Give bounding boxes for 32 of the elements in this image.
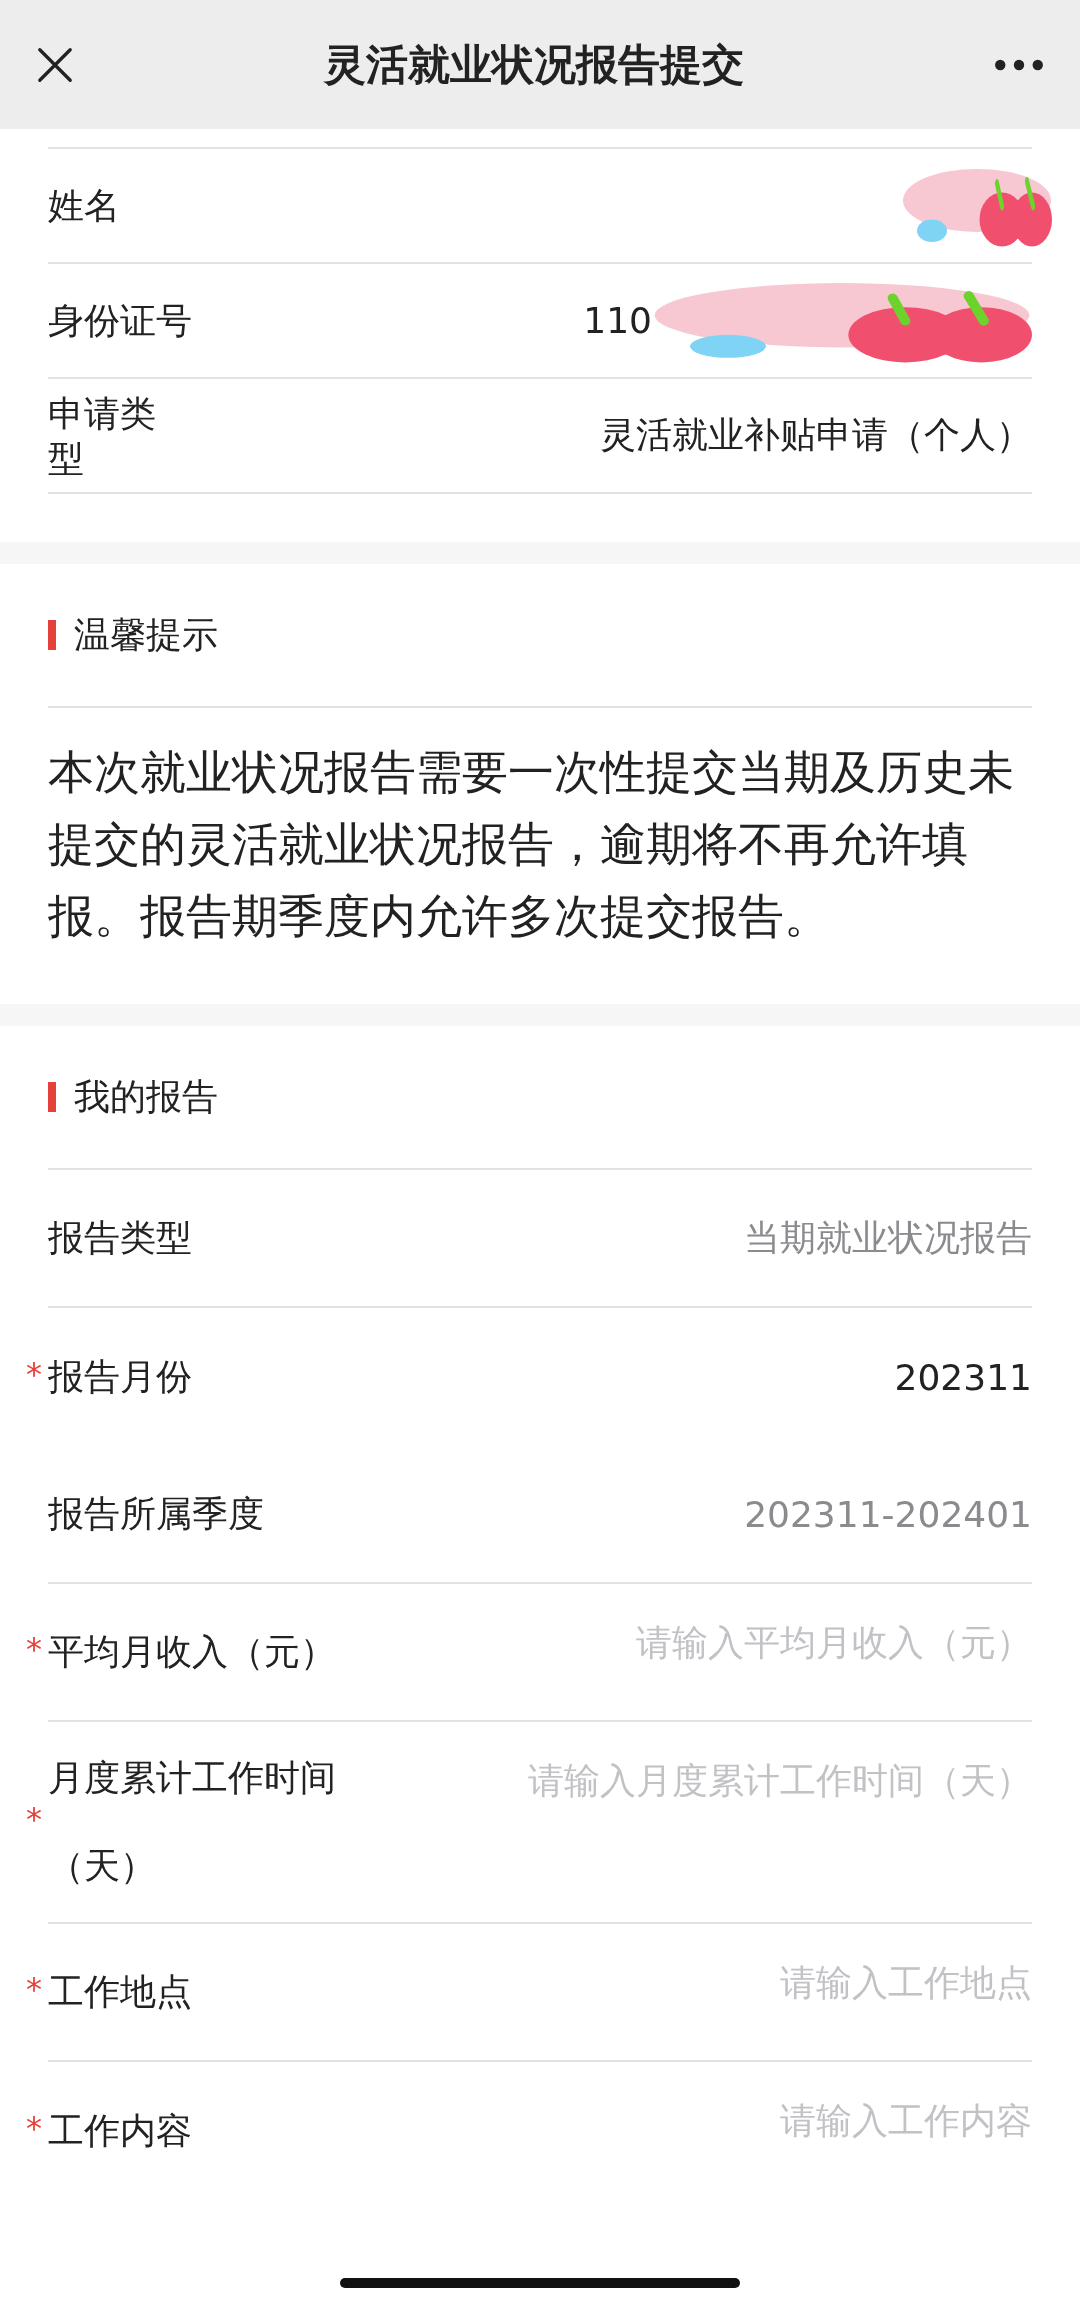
close-icon[interactable] <box>36 45 74 84</box>
input-field[interactable]: 请输入平均月收入（元） <box>336 1622 1032 1663</box>
field-value: 202311 <box>894 1356 1032 1398</box>
field-value: 202311-202401 <box>744 1493 1032 1535</box>
input-field[interactable]: 请输入工作地点 <box>192 1962 1032 2003</box>
field-value: 灵活就业补贴申请（个人） <box>600 413 1032 457</box>
field-label: 报告所属季度 <box>48 1492 264 1536</box>
field-value: 当期就业状况报告 <box>744 1215 1032 1260</box>
field-label: 报告月份 <box>48 1355 192 1399</box>
field-label: 申请类型 <box>48 391 157 481</box>
section-title: 温馨提示 <box>74 612 218 657</box>
required-mark: * <box>26 2109 42 2148</box>
accent-bar <box>48 1082 56 1112</box>
required-mark: * <box>26 1630 42 1669</box>
field-label: 月度累计工作时间（天） <box>48 1756 337 1888</box>
required-mark: * <box>26 1800 42 1839</box>
accent-bar <box>48 620 56 650</box>
field-label: 平均月收入（元） <box>48 1630 336 1674</box>
notice-text: 本次就业状况报告需要一次性提交当期及历史未提交的灵活就业状况报告，逾期将不再允许填报。报告期季度内允许多次提交报告。 <box>48 744 1015 945</box>
input-field[interactable]: 请输入工作内容 <box>192 2100 1032 2141</box>
field-label: 姓名 <box>48 184 120 228</box>
field-label: 报告类型 <box>48 1216 192 1260</box>
more-icon[interactable] <box>994 57 1044 72</box>
window-title: 灵活就业状况报告提交 <box>324 38 744 91</box>
required-mark: * <box>26 1970 42 2009</box>
section-title: 我的报告 <box>74 1074 218 1119</box>
field-label: 身份证号 <box>48 299 192 343</box>
field-label: 工作地点 <box>48 1970 192 2014</box>
required-mark: * <box>26 1355 42 1394</box>
field-label: 工作内容 <box>48 2109 192 2153</box>
field-value: 110 <box>583 300 652 341</box>
input-field[interactable]: 请输入月度累计工作时间（天） <box>343 1760 1032 1801</box>
